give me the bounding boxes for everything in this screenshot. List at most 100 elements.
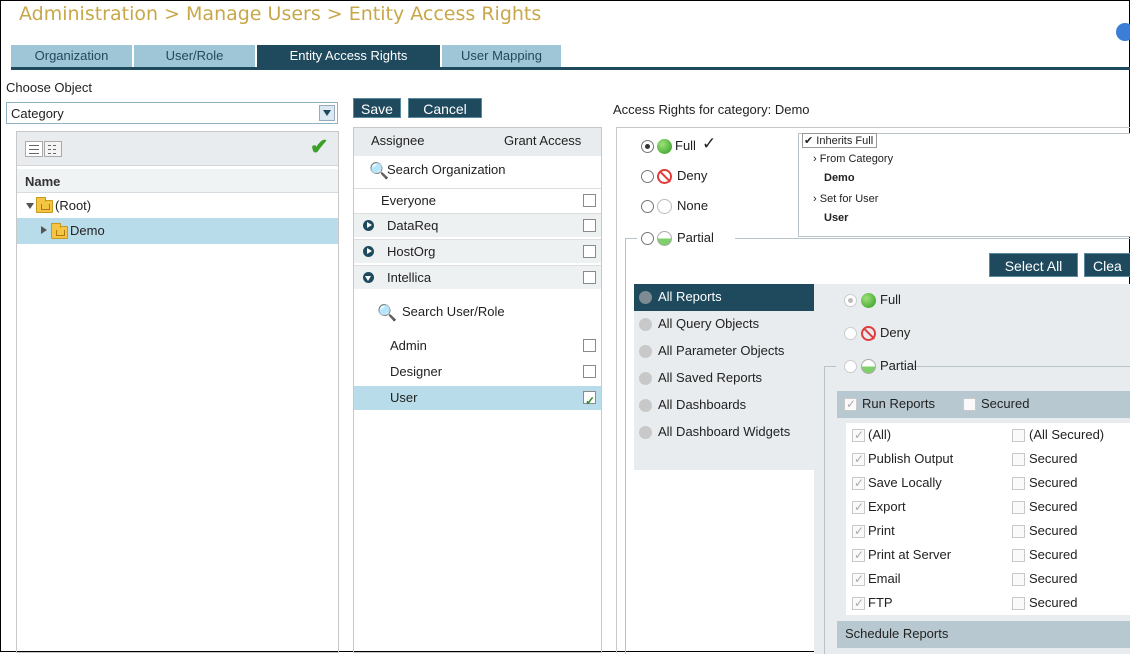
tab-user-role[interactable]: User/Role — [134, 45, 255, 67]
select-all-button[interactable]: Select All — [989, 253, 1078, 277]
grant-checkbox[interactable] — [583, 389, 596, 413]
search-icon: 🔍 — [369, 163, 389, 180]
org-row-datareq[interactable]: DataReq — [354, 213, 601, 237]
collapse-arrow-icon[interactable] — [41, 226, 47, 234]
tree-panel: ✔ Name (Root) Demo — [16, 131, 339, 653]
search-organization-label[interactable]: Search Organization — [387, 158, 506, 182]
check-icon[interactable]: ✔ — [310, 134, 328, 160]
secured-checkbox[interactable] — [1012, 453, 1025, 466]
sub-deny-radio[interactable] — [844, 327, 857, 340]
tab-organization[interactable]: Organization — [11, 45, 132, 67]
none-radio[interactable] — [641, 200, 654, 213]
expand-arrow-icon[interactable] — [26, 203, 34, 209]
permission-detail-area: Full Deny Partial Run Reports Secured (A… — [814, 284, 1130, 654]
org-label: HostOrg — [387, 244, 436, 259]
report-type-label: All Query Objects — [658, 316, 760, 331]
permission-checkbox[interactable] — [852, 548, 865, 562]
grant-checkbox[interactable] — [583, 271, 596, 284]
tree-node-demo[interactable]: Demo — [17, 218, 338, 244]
help-icon[interactable] — [1116, 23, 1130, 41]
from-category-label: › From Category — [813, 153, 894, 165]
grant-checkbox[interactable] — [583, 245, 596, 258]
chevron-down-icon[interactable] — [319, 105, 335, 121]
user-row-designer[interactable]: Designer — [354, 360, 601, 384]
detail-view-icon[interactable] — [44, 141, 62, 157]
schedule-reports-label: Schedule Reports — [845, 626, 949, 641]
org-row-everyone[interactable]: Everyone — [354, 188, 601, 212]
list-view-icon[interactable] — [25, 141, 43, 157]
grant-checkbox[interactable] — [583, 194, 596, 207]
set-for-user-value: User — [824, 212, 849, 224]
permission-label: Print — [868, 523, 895, 538]
org-row-hostorg[interactable]: HostOrg — [354, 239, 601, 263]
status-dot-icon — [639, 426, 652, 439]
permission-row: Publish Output Secured — [846, 447, 1130, 471]
permission-row: Print Secured — [846, 519, 1130, 543]
org-label: Intellica — [387, 270, 432, 285]
clear-button[interactable]: Clea — [1084, 253, 1130, 277]
user-row-admin[interactable]: Admin — [354, 334, 601, 358]
org-row-intellica[interactable]: Intellica — [354, 265, 601, 289]
secured-checkbox[interactable] — [1012, 501, 1025, 514]
search-user-role-row[interactable]: 🔍 Search User/Role — [354, 300, 601, 324]
status-dot-icon — [639, 372, 652, 385]
grant-checkbox[interactable] — [583, 365, 596, 378]
deny-radio[interactable] — [641, 170, 654, 183]
object-select[interactable]: Category — [6, 102, 338, 124]
status-dot-icon — [639, 345, 652, 358]
collapse-icon[interactable] — [363, 272, 374, 283]
permission-checkbox[interactable] — [852, 500, 865, 514]
set-for-user-text: Set for User — [819, 193, 879, 205]
secured-checkbox[interactable] — [1012, 477, 1025, 490]
user-row-user[interactable]: User — [354, 386, 601, 413]
expand-icon[interactable] — [363, 220, 374, 231]
cancel-button[interactable]: Cancel — [408, 98, 482, 118]
run-reports-secured-checkbox[interactable] — [963, 398, 976, 411]
assignee-column-header: Assignee — [371, 133, 425, 148]
report-type-item-saved-reports[interactable]: All Saved Reports — [634, 365, 814, 392]
choose-object-label: Choose Object — [6, 80, 92, 95]
permission-label: Publish Output — [868, 451, 954, 466]
tree-node-root[interactable]: (Root) — [17, 194, 338, 218]
permission-checkbox[interactable] — [852, 596, 865, 610]
grant-checkbox[interactable] — [583, 339, 596, 352]
secured-checkbox[interactable] — [1012, 597, 1025, 610]
permission-row: FTP Secured — [846, 591, 1130, 615]
grant-checkbox[interactable] — [583, 219, 596, 232]
report-type-item-query-objects[interactable]: All Query Objects — [634, 311, 814, 338]
report-type-item-dashboard-widgets[interactable]: All Dashboard Widgets — [634, 419, 814, 446]
full-radio[interactable] — [641, 140, 654, 153]
permission-label: Save Locally — [868, 475, 942, 490]
search-organization-row[interactable]: 🔍 Search Organization — [354, 158, 601, 182]
user-label: User — [390, 390, 418, 405]
schedule-reports-header[interactable]: Schedule Reports — [837, 621, 1130, 648]
secured-label: Secured — [1029, 571, 1078, 586]
permission-checkbox[interactable] — [852, 476, 865, 490]
permission-checkbox[interactable] — [852, 428, 865, 442]
expand-icon[interactable] — [363, 246, 374, 257]
report-type-label: All Reports — [658, 289, 722, 304]
secured-label: Secured — [1029, 451, 1078, 466]
tab-user-mapping[interactable]: User Mapping — [442, 45, 561, 67]
secured-checkbox[interactable] — [1012, 525, 1025, 538]
secured-checkbox[interactable] — [1012, 429, 1025, 442]
permission-checkbox[interactable] — [852, 572, 865, 586]
permission-label: Email — [868, 571, 901, 586]
search-user-role-label[interactable]: Search User/Role — [402, 300, 505, 324]
report-type-item-parameter-objects[interactable]: All Parameter Objects — [634, 338, 814, 365]
status-dot-icon — [639, 399, 652, 412]
tree-node-label: (Root) — [55, 198, 92, 213]
save-button[interactable]: Save — [353, 98, 401, 118]
secured-checkbox[interactable] — [1012, 573, 1025, 586]
report-type-item-dashboards[interactable]: All Dashboards — [634, 392, 814, 419]
permission-checkbox[interactable] — [852, 524, 865, 538]
secured-checkbox[interactable] — [1012, 549, 1025, 562]
sub-full-radio[interactable] — [844, 294, 857, 307]
run-reports-secured-label: Secured — [981, 396, 1030, 411]
partial-radio[interactable] — [641, 232, 654, 245]
sub-partial-radio[interactable] — [844, 360, 857, 373]
tab-entity-access-rights[interactable]: Entity Access Rights — [257, 45, 440, 67]
report-type-item-all-reports[interactable]: All Reports — [634, 284, 814, 311]
permission-checkbox[interactable] — [852, 452, 865, 466]
run-reports-checkbox[interactable] — [844, 397, 857, 411]
